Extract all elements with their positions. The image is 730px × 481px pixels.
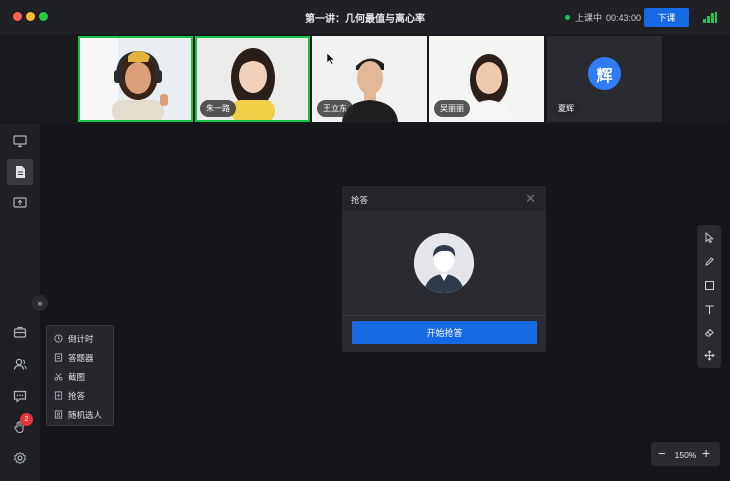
eraser-icon: [704, 328, 714, 336]
start-buzzer-button[interactable]: 开始抢答: [352, 321, 537, 344]
participant-avatar: 辉: [588, 57, 621, 90]
participant-name: 吴丽丽: [434, 100, 470, 117]
menu-item-answer-card[interactable]: 答题器: [47, 348, 113, 367]
close-icon[interactable]: ✕: [525, 191, 536, 207]
class-status: 上课中 00:43:00: [565, 11, 641, 24]
upload-button[interactable]: [7, 190, 33, 216]
clock-icon: [54, 334, 63, 343]
menu-item-random-pick[interactable]: 随机选人: [47, 405, 113, 424]
zoom-in-button[interactable]: +: [702, 445, 710, 461]
participant-video: [78, 36, 193, 122]
monitor-icon: [13, 135, 27, 148]
end-class-button[interactable]: 下课: [644, 8, 689, 27]
drawing-toolbar: [697, 225, 721, 368]
dialog-header: 抢答 ✕: [342, 186, 546, 211]
live-status-dot: [565, 15, 570, 20]
text-icon: [705, 304, 713, 314]
menu-item-screenshot[interactable]: 截图: [47, 367, 113, 386]
pen-tool-button[interactable]: [702, 254, 716, 268]
class-elapsed-time: 00:43:00: [606, 12, 642, 23]
participant-name: 王立东: [317, 100, 353, 117]
text-tool-button[interactable]: [702, 302, 716, 316]
participant-name: 夏辉: [552, 100, 580, 117]
default-avatar-icon: [414, 233, 474, 293]
expand-chevron-icon[interactable]: »: [32, 295, 48, 311]
dialog-divider: [342, 315, 546, 316]
screen-share-button[interactable]: [7, 128, 33, 154]
eraser-tool-button[interactable]: [702, 325, 716, 339]
upload-screen-icon: [13, 197, 27, 208]
random-pick-icon: [54, 410, 63, 419]
zoom-level: 150%: [674, 450, 697, 460]
menu-item-label: 倒计时: [68, 333, 94, 344]
rectangle-icon: [704, 280, 714, 290]
menu-item-countdown[interactable]: 倒计时: [47, 329, 113, 348]
video-tile-participant[interactable]: 王立东: [312, 36, 427, 122]
answer-card-icon: [54, 353, 63, 362]
menu-item-label: 答题器: [68, 352, 94, 363]
document-icon: [16, 166, 25, 178]
notification-badge: 2: [20, 413, 33, 426]
chat-icon: [13, 390, 27, 403]
chat-button[interactable]: [7, 383, 33, 409]
document-button[interactable]: [7, 159, 33, 185]
move-icon: [703, 349, 715, 361]
select-tool-button[interactable]: [702, 230, 716, 244]
menu-item-label: 抢答: [68, 390, 86, 401]
shape-tool-button[interactable]: [702, 278, 716, 292]
scissors-icon: [54, 373, 63, 381]
pen-icon: [704, 256, 714, 266]
menu-item-buzzer[interactable]: 抢答: [47, 386, 113, 405]
class-status-label: 上课中: [575, 13, 603, 23]
toolbox-icon: [13, 326, 27, 338]
settings-button[interactable]: [7, 445, 33, 471]
video-tile-teacher[interactable]: [78, 36, 193, 122]
mouse-cursor-icon: [327, 53, 335, 65]
pointer-icon: [705, 231, 714, 243]
tools-menu: 倒计时 答题器 截图 抢答 随机选人: [46, 325, 114, 426]
menu-item-label: 随机选人: [68, 409, 103, 420]
toolbox-button[interactable]: [7, 319, 33, 345]
menu-item-label: 截图: [68, 371, 86, 382]
gear-icon: [13, 451, 27, 465]
users-icon: [13, 358, 27, 370]
zoom-out-button[interactable]: −: [658, 446, 666, 461]
zoom-control: − 150% +: [651, 442, 720, 466]
participant-name: 朱一路: [200, 100, 236, 117]
video-tile-participant[interactable]: 吴丽丽: [429, 36, 544, 122]
video-tile-participant[interactable]: 辉 夏辉: [547, 36, 662, 122]
move-tool-button[interactable]: [702, 348, 716, 362]
network-signal-icon: [703, 12, 717, 23]
members-button[interactable]: [7, 351, 33, 377]
dialog-title: 抢答: [351, 195, 369, 205]
title-bar: 第一讲：几何最值与离心率 上课中 00:43:00 下课: [0, 0, 730, 34]
buzzer-dialog: 抢答 ✕ 开始抢答: [342, 186, 546, 352]
buzzer-icon: [54, 391, 63, 400]
video-tile-participant[interactable]: 朱一路: [195, 36, 310, 122]
